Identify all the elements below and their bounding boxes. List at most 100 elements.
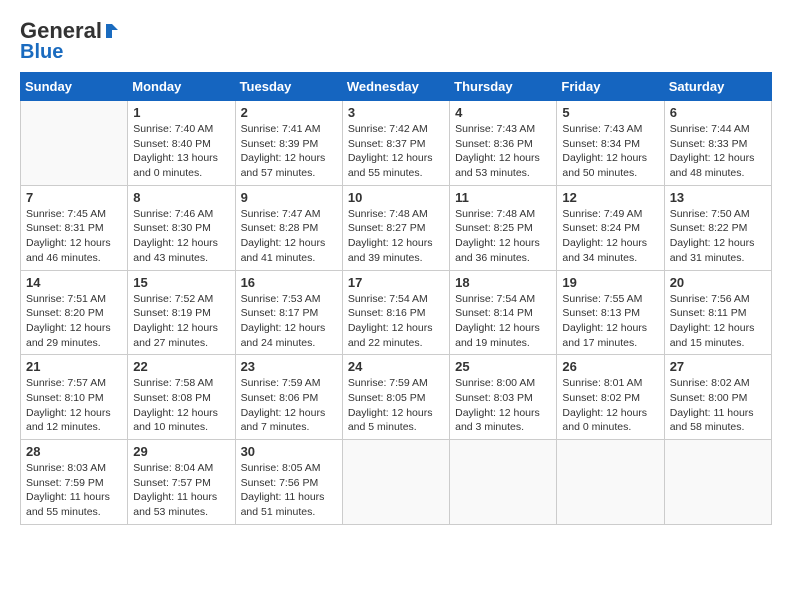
day-info: Sunrise: 7:55 AM Sunset: 8:13 PM Dayligh…: [562, 292, 658, 351]
calendar-cell: 11 Sunrise: 7:48 AM Sunset: 8:25 PM Dayli…: [450, 185, 557, 270]
calendar-cell: 24 Sunrise: 7:59 AM Sunset: 8:05 PM Dayli…: [342, 355, 449, 440]
day-info: Sunrise: 8:04 AM Sunset: 7:57 PM Dayligh…: [133, 461, 229, 520]
day-number: 11: [455, 190, 551, 205]
calendar-week-row: 1 Sunrise: 7:40 AM Sunset: 8:40 PM Daylig…: [21, 101, 772, 186]
day-number: 17: [348, 275, 444, 290]
calendar-cell: 18Sunrise: 7:54 AM Sunset: 8:14 PM Dayli…: [450, 270, 557, 355]
day-info: Sunrise: 7:48 AM Sunset: 8:27 PM Dayligh…: [348, 207, 444, 266]
calendar-week-row: 28 Sunrise: 8:03 AM Sunset: 7:59 PM Dayli…: [21, 440, 772, 525]
calendar-cell: [557, 440, 664, 525]
calendar-cell: [664, 440, 771, 525]
calendar-cell: 8 Sunrise: 7:46 AM Sunset: 8:30 PM Daylig…: [128, 185, 235, 270]
calendar-cell: [342, 440, 449, 525]
calendar-cell: 26 Sunrise: 8:01 AM Sunset: 8:02 PM Dayli…: [557, 355, 664, 440]
calendar-cell: 29 Sunrise: 8:04 AM Sunset: 7:57 PM Dayli…: [128, 440, 235, 525]
day-info: Sunrise: 7:40 AM Sunset: 8:40 PM Dayligh…: [133, 122, 229, 181]
day-info: Sunrise: 7:48 AM Sunset: 8:25 PM Dayligh…: [455, 207, 551, 266]
logo-blue: Blue: [20, 42, 63, 62]
calendar-cell: 16Sunrise: 7:53 AM Sunset: 8:17 PM Dayli…: [235, 270, 342, 355]
calendar-cell: 7 Sunrise: 7:45 AM Sunset: 8:31 PM Daylig…: [21, 185, 128, 270]
day-number: 8: [133, 190, 229, 205]
logo-icon: [102, 22, 120, 40]
calendar-cell: 30 Sunrise: 8:05 AM Sunset: 7:56 PM Dayli…: [235, 440, 342, 525]
weekday-header: Sunday: [21, 73, 128, 101]
calendar-cell: 14 Sunrise: 7:51 AM Sunset: 8:20 PM Dayli…: [21, 270, 128, 355]
day-number: 28: [26, 444, 122, 459]
day-number: 5: [562, 105, 658, 120]
calendar-cell: 25Sunrise: 8:00 AM Sunset: 8:03 PM Dayli…: [450, 355, 557, 440]
day-number: 2: [241, 105, 337, 120]
calendar-cell: 3Sunrise: 7:42 AM Sunset: 8:37 PM Daylig…: [342, 101, 449, 186]
day-info: Sunrise: 7:45 AM Sunset: 8:31 PM Dayligh…: [26, 207, 122, 266]
day-number: 10: [348, 190, 444, 205]
day-number: 22: [133, 359, 229, 374]
calendar-cell: 4 Sunrise: 7:43 AM Sunset: 8:36 PM Daylig…: [450, 101, 557, 186]
calendar-cell: 13 Sunrise: 7:50 AM Sunset: 8:22 PM Dayli…: [664, 185, 771, 270]
day-info: Sunrise: 8:01 AM Sunset: 8:02 PM Dayligh…: [562, 376, 658, 435]
day-info: Sunrise: 7:47 AM Sunset: 8:28 PM Dayligh…: [241, 207, 337, 266]
day-number: 24: [348, 359, 444, 374]
day-number: 23: [241, 359, 337, 374]
calendar-cell: 21 Sunrise: 7:57 AM Sunset: 8:10 PM Dayli…: [21, 355, 128, 440]
calendar-cell: [450, 440, 557, 525]
day-number: 30: [241, 444, 337, 459]
day-info: Sunrise: 7:41 AM Sunset: 8:39 PM Dayligh…: [241, 122, 337, 181]
calendar-cell: 22Sunrise: 7:58 AM Sunset: 8:08 PM Dayli…: [128, 355, 235, 440]
day-info: Sunrise: 7:49 AM Sunset: 8:24 PM Dayligh…: [562, 207, 658, 266]
logo-general: General: [20, 20, 102, 42]
calendar-cell: 12Sunrise: 7:49 AM Sunset: 8:24 PM Dayli…: [557, 185, 664, 270]
calendar-cell: 1 Sunrise: 7:40 AM Sunset: 8:40 PM Daylig…: [128, 101, 235, 186]
weekday-header: Monday: [128, 73, 235, 101]
day-number: 19: [562, 275, 658, 290]
day-number: 21: [26, 359, 122, 374]
day-info: Sunrise: 7:43 AM Sunset: 8:34 PM Dayligh…: [562, 122, 658, 181]
weekday-header-row: SundayMondayTuesdayWednesdayThursdayFrid…: [21, 73, 772, 101]
day-number: 3: [348, 105, 444, 120]
calendar-cell: 20 Sunrise: 7:56 AM Sunset: 8:11 PM Dayli…: [664, 270, 771, 355]
day-number: 29: [133, 444, 229, 459]
day-number: 14: [26, 275, 122, 290]
day-info: Sunrise: 7:52 AM Sunset: 8:19 PM Dayligh…: [133, 292, 229, 351]
day-info: Sunrise: 8:03 AM Sunset: 7:59 PM Dayligh…: [26, 461, 122, 520]
day-number: 13: [670, 190, 766, 205]
day-info: Sunrise: 7:57 AM Sunset: 8:10 PM Dayligh…: [26, 376, 122, 435]
day-info: Sunrise: 8:05 AM Sunset: 7:56 PM Dayligh…: [241, 461, 337, 520]
calendar-cell: 15 Sunrise: 7:52 AM Sunset: 8:19 PM Dayli…: [128, 270, 235, 355]
day-info: Sunrise: 7:43 AM Sunset: 8:36 PM Dayligh…: [455, 122, 551, 181]
calendar-cell: [21, 101, 128, 186]
calendar-cell: 17Sunrise: 7:54 AM Sunset: 8:16 PM Dayli…: [342, 270, 449, 355]
day-number: 15: [133, 275, 229, 290]
day-number: 20: [670, 275, 766, 290]
day-number: 4: [455, 105, 551, 120]
day-number: 1: [133, 105, 229, 120]
day-info: Sunrise: 7:50 AM Sunset: 8:22 PM Dayligh…: [670, 207, 766, 266]
day-number: 26: [562, 359, 658, 374]
calendar-week-row: 21 Sunrise: 7:57 AM Sunset: 8:10 PM Dayli…: [21, 355, 772, 440]
calendar-cell: 2 Sunrise: 7:41 AM Sunset: 8:39 PM Daylig…: [235, 101, 342, 186]
weekday-header: Tuesday: [235, 73, 342, 101]
calendar-cell: 10 Sunrise: 7:48 AM Sunset: 8:27 PM Dayli…: [342, 185, 449, 270]
calendar-cell: 5 Sunrise: 7:43 AM Sunset: 8:34 PM Daylig…: [557, 101, 664, 186]
day-number: 25: [455, 359, 551, 374]
day-info: Sunrise: 7:54 AM Sunset: 8:14 PM Dayligh…: [455, 292, 551, 351]
day-info: Sunrise: 7:53 AM Sunset: 8:17 PM Dayligh…: [241, 292, 337, 351]
logo: General Blue: [20, 20, 120, 62]
calendar-cell: 23 Sunrise: 7:59 AM Sunset: 8:06 PM Dayli…: [235, 355, 342, 440]
day-info: Sunrise: 7:59 AM Sunset: 8:05 PM Dayligh…: [348, 376, 444, 435]
day-info: Sunrise: 7:46 AM Sunset: 8:30 PM Dayligh…: [133, 207, 229, 266]
day-number: 7: [26, 190, 122, 205]
day-info: Sunrise: 7:51 AM Sunset: 8:20 PM Dayligh…: [26, 292, 122, 351]
calendar-week-row: 14 Sunrise: 7:51 AM Sunset: 8:20 PM Dayli…: [21, 270, 772, 355]
day-info: Sunrise: 8:02 AM Sunset: 8:00 PM Dayligh…: [670, 376, 766, 435]
day-info: Sunrise: 7:56 AM Sunset: 8:11 PM Dayligh…: [670, 292, 766, 351]
day-info: Sunrise: 7:44 AM Sunset: 8:33 PM Dayligh…: [670, 122, 766, 181]
calendar-cell: 28 Sunrise: 8:03 AM Sunset: 7:59 PM Dayli…: [21, 440, 128, 525]
page-header: General Blue: [20, 20, 772, 62]
calendar-week-row: 7 Sunrise: 7:45 AM Sunset: 8:31 PM Daylig…: [21, 185, 772, 270]
day-info: Sunrise: 7:59 AM Sunset: 8:06 PM Dayligh…: [241, 376, 337, 435]
calendar-cell: 19 Sunrise: 7:55 AM Sunset: 8:13 PM Dayli…: [557, 270, 664, 355]
calendar-table: SundayMondayTuesdayWednesdayThursdayFrid…: [20, 72, 772, 525]
calendar-cell: 9 Sunrise: 7:47 AM Sunset: 8:28 PM Daylig…: [235, 185, 342, 270]
calendar-cell: 6Sunrise: 7:44 AM Sunset: 8:33 PM Daylig…: [664, 101, 771, 186]
day-number: 9: [241, 190, 337, 205]
